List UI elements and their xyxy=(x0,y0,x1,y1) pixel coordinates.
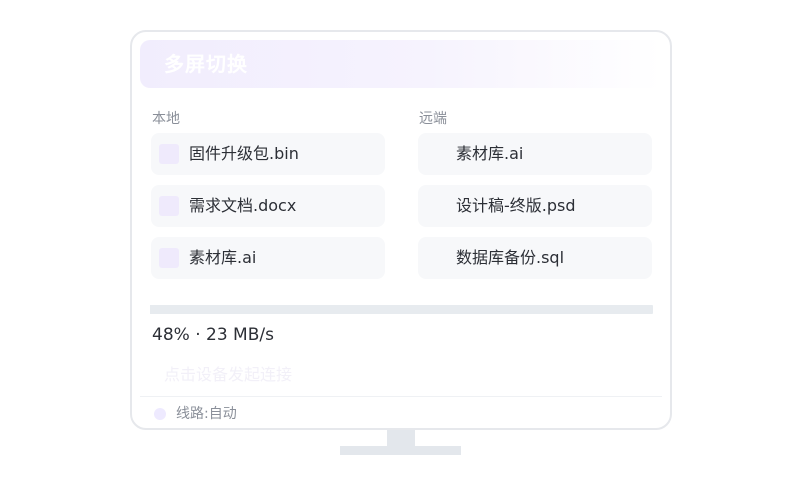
file-icon xyxy=(159,144,179,164)
remote-file-item[interactable]: 设计稿-终版.psd xyxy=(418,185,652,227)
local-file-item[interactable]: 素材库.ai xyxy=(151,237,385,279)
file-name: 设计稿-终版.psd xyxy=(456,196,576,215)
file-icon xyxy=(159,248,179,268)
remote-column-label: 远端 xyxy=(419,111,447,127)
transfer-progress-fill xyxy=(150,305,392,314)
connect-hint[interactable]: 点击设备发起连接 xyxy=(164,365,292,385)
monitor-stand-base xyxy=(340,446,461,455)
transfer-status: 48% · 23 MB/s xyxy=(152,325,274,345)
file-name: 固件升级包.bin xyxy=(189,144,299,163)
local-file-item[interactable]: 需求文档.docx xyxy=(151,185,385,227)
monitor-screen: 多屏切换 本地 远端 固件升级包.bin 需求文档.docx 素材库.ai 素材… xyxy=(130,30,672,430)
remote-file-item[interactable]: 素材库.ai xyxy=(418,133,652,175)
window-title: 多屏切换 xyxy=(164,52,248,76)
local-file-item[interactable]: 固件升级包.bin xyxy=(151,133,385,175)
file-icon xyxy=(159,196,179,216)
transfer-progress-bar xyxy=(150,305,653,314)
file-name: 数据库备份.sql xyxy=(456,248,565,267)
route-label[interactable]: 线路:自动 xyxy=(176,405,237,423)
file-name: 素材库.ai xyxy=(456,144,524,163)
file-name: 需求文档.docx xyxy=(189,196,297,215)
remote-file-item[interactable]: 数据库备份.sql xyxy=(418,237,652,279)
footer-divider xyxy=(140,396,662,397)
local-column-label: 本地 xyxy=(152,111,180,127)
file-name: 素材库.ai xyxy=(189,248,257,267)
monitor-stand-neck xyxy=(387,430,415,446)
title-bar: 多屏切换 xyxy=(140,40,662,88)
route-status-dot-icon xyxy=(154,408,166,420)
